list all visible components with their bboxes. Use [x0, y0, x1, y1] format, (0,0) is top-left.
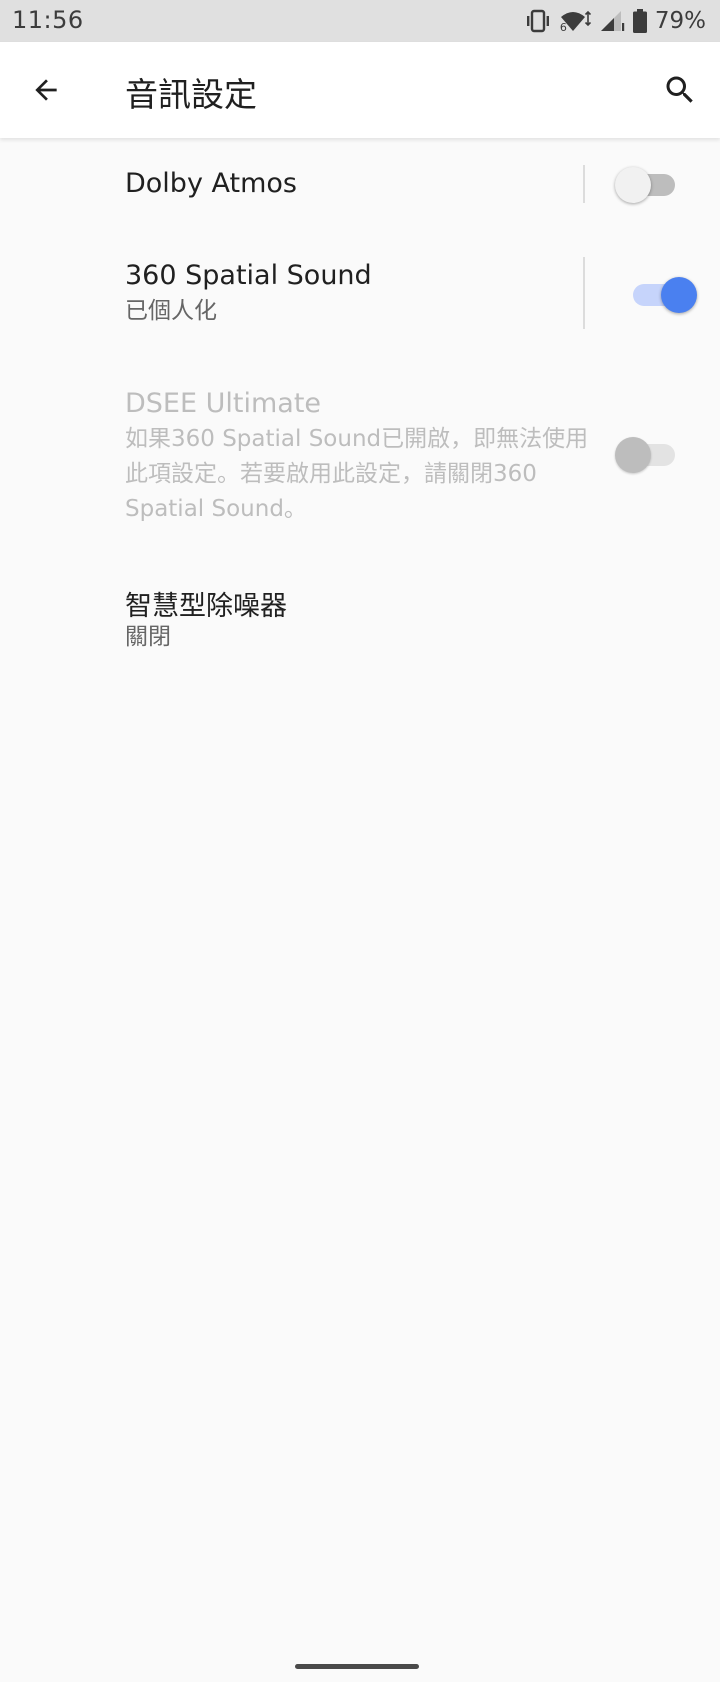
setting-dsee-ultimate: DSEE Ultimate 如果360 Spatial Sound已開啟，即無法…: [0, 370, 720, 550]
status-icons: 6 79%: [525, 6, 706, 36]
battery-icon: [632, 9, 647, 33]
search-icon: [666, 76, 693, 103]
setting-summary: 如果360 Spatial Sound已開啟，即無法使用此項設定。若要啟用此設定…: [125, 426, 589, 522]
spatial-sound-switch[interactable]: [631, 272, 697, 316]
setting-360-spatial-sound[interactable]: 360 Spatial Sound 已個人化: [0, 230, 720, 348]
battery-percent: 79%: [654, 8, 706, 34]
vibrate-icon: [525, 9, 551, 33]
setting-title: Dolby Atmos: [125, 168, 297, 199]
switch-thumb: [661, 277, 697, 313]
network-type-label: 6: [559, 21, 567, 34]
setting-summary: 關閉: [125, 624, 171, 650]
back-button[interactable]: [22, 66, 70, 114]
page-title: 音訊設定: [125, 75, 257, 114]
search-button[interactable]: [656, 66, 704, 114]
setting-title: 智慧型除噪器: [125, 591, 287, 622]
screen: 11:56 6 79% 音訊設定 Dolby Atmos 360 Spatial…: [0, 0, 720, 1682]
setting-title: 360 Spatial Sound: [125, 260, 372, 291]
setting-title: DSEE Ultimate: [125, 388, 322, 419]
dolby-atmos-switch[interactable]: [615, 162, 681, 206]
setting-noise-canceling[interactable]: 智慧型除噪器 關閉: [0, 560, 720, 670]
arrow-back-icon: [35, 79, 57, 101]
status-time: 11:56: [12, 6, 84, 34]
wifi-icon: 6: [559, 8, 591, 34]
setting-summary: 已個人化: [125, 298, 217, 324]
status-bar: 11:56 6 79%: [0, 0, 720, 42]
vertical-divider: [583, 165, 585, 203]
switch-thumb: [615, 437, 651, 473]
setting-dolby-atmos[interactable]: Dolby Atmos: [0, 138, 720, 230]
app-bar: 音訊設定: [0, 42, 720, 138]
vertical-divider: [583, 257, 585, 329]
signal-icon: [599, 9, 625, 33]
switch-thumb: [615, 167, 651, 203]
dsee-ultimate-switch: [615, 432, 681, 476]
home-indicator[interactable]: [295, 1664, 419, 1669]
